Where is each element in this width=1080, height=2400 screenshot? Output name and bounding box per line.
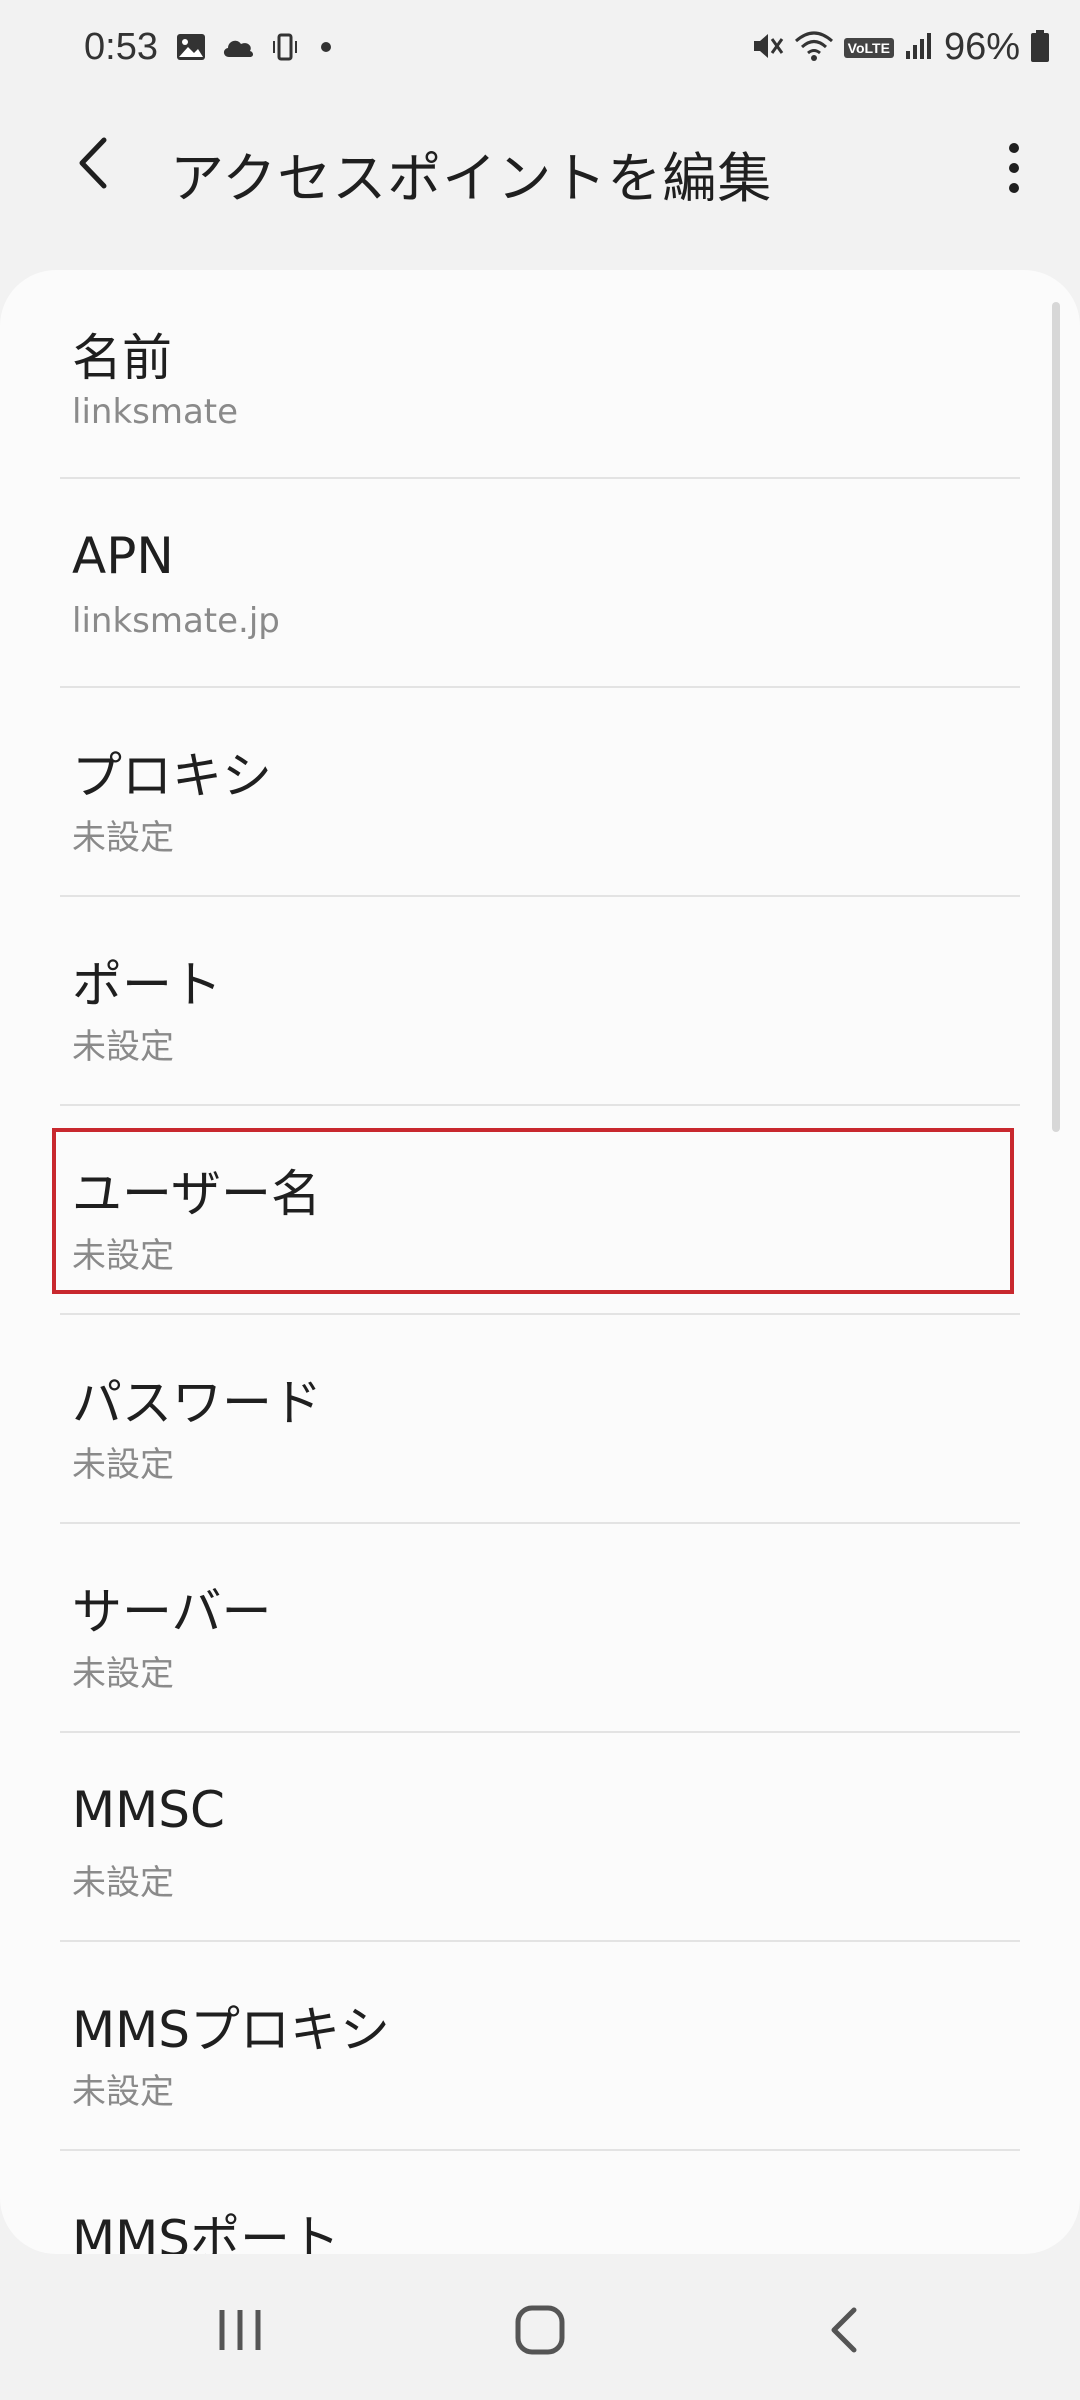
- cloud-icon: [220, 35, 256, 63]
- setting-row-mms-proxy[interactable]: MMSプロキシ 未設定: [60, 1942, 1020, 2151]
- setting-value: 未設定: [72, 1236, 174, 1276]
- home-icon: [500, 2305, 580, 2374]
- setting-row-server[interactable]: サーバー 未設定: [60, 1524, 1020, 1733]
- nav-back-button[interactable]: [806, 2290, 886, 2370]
- setting-value: 未設定: [72, 1863, 174, 1903]
- status-time: 0:53: [84, 26, 158, 68]
- status-bar: 0:53 VoLTE 96%: [0, 0, 1080, 100]
- dot-icon: [314, 35, 338, 63]
- setting-title: サーバー: [72, 1583, 272, 1641]
- back-arrow-icon: [62, 137, 132, 202]
- setting-value: 未設定: [72, 1654, 174, 1694]
- phone-vibrate-icon: [270, 32, 300, 66]
- setting-title: 名前: [72, 329, 172, 387]
- setting-title: プロキシ: [72, 747, 272, 805]
- settings-card: 名前 linksmate APN linksmate.jp プロキシ 未設定 ポ…: [0, 270, 1080, 2254]
- setting-value: linksmate.jp: [72, 601, 280, 641]
- back-button[interactable]: [62, 128, 132, 198]
- setting-row-password[interactable]: パスワード 未設定: [60, 1315, 1020, 1524]
- setting-title: MMSC: [72, 1781, 225, 1839]
- setting-row-port[interactable]: ポート 未設定: [60, 897, 1020, 1106]
- setting-row-apn[interactable]: APN linksmate.jp: [60, 479, 1020, 688]
- settings-list: 名前 linksmate APN linksmate.jp プロキシ 未設定 ポ…: [0, 270, 1080, 2254]
- more-vert-icon: [984, 143, 1044, 212]
- home-button[interactable]: [500, 2290, 580, 2370]
- setting-title: MMSポート: [72, 2210, 341, 2254]
- image-icon: [176, 33, 206, 65]
- volte-badge: VoLTE: [843, 37, 894, 58]
- setting-value: linksmate: [72, 392, 239, 432]
- setting-row-name[interactable]: 名前 linksmate: [60, 270, 1020, 479]
- recent-apps-icon: [200, 2310, 280, 2374]
- setting-value: 未設定: [72, 1027, 174, 1067]
- mute-icon: [750, 29, 784, 67]
- wifi-icon: [794, 29, 834, 67]
- setting-title: APN: [72, 527, 174, 585]
- setting-row-proxy[interactable]: プロキシ 未設定: [60, 688, 1020, 897]
- scrollbar[interactable]: [1052, 302, 1060, 1132]
- navigation-bar: [0, 2254, 1080, 2400]
- signal-icon: [904, 31, 934, 65]
- setting-title: ユーザー名: [72, 1165, 321, 1223]
- setting-row-mmsc[interactable]: MMSC 未設定: [60, 1733, 1020, 1942]
- setting-value: 未設定: [72, 1445, 174, 1485]
- recent-apps-button[interactable]: [200, 2290, 280, 2370]
- setting-value: 未設定: [72, 2072, 174, 2112]
- setting-title: パスワード: [72, 1374, 322, 1432]
- setting-title: ポート: [72, 956, 222, 1014]
- setting-title: MMSプロキシ: [72, 2001, 391, 2059]
- setting-row-mms-port[interactable]: MMSポート: [60, 2151, 1020, 2254]
- battery-icon: [1030, 29, 1050, 67]
- setting-row-username[interactable]: ユーザー名 未設定: [52, 1106, 1020, 1315]
- page-title: アクセスポイントを編集: [170, 147, 773, 210]
- nav-back-icon: [806, 2307, 886, 2374]
- app-bar: アクセスポイントを編集: [0, 110, 1080, 220]
- more-options-button[interactable]: [984, 128, 1044, 208]
- battery-text: 96%: [943, 26, 1020, 68]
- setting-value: 未設定: [72, 818, 174, 858]
